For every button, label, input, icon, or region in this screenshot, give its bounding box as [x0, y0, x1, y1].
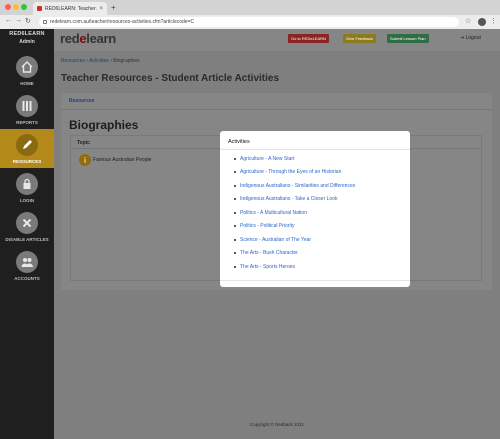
card-divider	[61, 109, 492, 110]
modal-title: Activities	[228, 139, 250, 145]
tab-title: RED6LEARN: Teacher Admin	[45, 5, 97, 12]
bullet	[234, 225, 236, 228]
activity-link[interactable]: Indigenous Australians - Take a Closer L…	[240, 196, 337, 202]
activity-link[interactable]: Indigenous Australians - Similarities an…	[240, 183, 355, 189]
page-title: Teacher Resources - Student Article Acti…	[61, 73, 280, 84]
url-text: redelearn.com.au/teacher/resources-activ…	[50, 19, 195, 25]
bullet	[234, 157, 236, 160]
activity-link[interactable]: The Arts - Sports Heroes	[240, 264, 295, 270]
list-item: Politics - A Multicultural Nation	[234, 206, 355, 220]
bullet	[234, 238, 236, 241]
profile-avatar[interactable]	[478, 18, 486, 26]
info-icon	[79, 154, 91, 166]
lock-icon	[43, 20, 47, 24]
sidebar-item-disable-articles[interactable]: DISABLE ARTICLES	[0, 207, 54, 246]
pencil-icon	[16, 133, 38, 156]
footer-copyright: Copyright © Redback 2021	[249, 422, 305, 427]
forward-arrow-icon[interactable]: →	[15, 17, 22, 24]
breadcrumb-current: Biographies	[113, 58, 140, 64]
favicon-icon	[37, 6, 42, 11]
menu-dots-icon[interactable]: ⋮	[490, 17, 497, 25]
list-item: Agriculture - Through the Eyes of an His…	[234, 166, 355, 180]
window-minimize-button[interactable]	[13, 4, 19, 10]
address-bar[interactable]: redelearn.com.au/teacher/resources-activ…	[39, 17, 459, 27]
sidebar-item-resources[interactable]: RESOURCES	[0, 129, 54, 168]
sidebar-brand-name: RED6LEARN	[9, 31, 45, 37]
list-item: Politics - Political Priority	[234, 220, 355, 234]
users-icon	[16, 250, 38, 273]
sidebar-brand-role: Admin	[19, 39, 35, 45]
logo-red-text: red	[60, 31, 80, 46]
tab-close-icon[interactable]: ×	[99, 6, 103, 12]
lock-icon	[16, 172, 38, 195]
reload-icon[interactable]: ↻	[25, 17, 31, 25]
redelearn-logo[interactable]: redelearn	[60, 31, 116, 46]
activity-link[interactable]: Politics - Political Priority	[240, 223, 294, 229]
bullet	[234, 184, 236, 187]
bullet	[234, 198, 236, 201]
modal-footer-divider	[220, 280, 410, 281]
reports-icon	[16, 94, 38, 117]
logo-learn-text: learn	[86, 31, 116, 46]
browser-tab-bar: RED6LEARN: Teacher Admin × +	[0, 0, 500, 15]
back-arrow-icon[interactable]: ←	[5, 17, 12, 24]
logout-label: Logout	[465, 35, 481, 41]
home-icon	[16, 55, 38, 78]
list-item: The Arts - Bush Character	[234, 247, 355, 261]
breadcrumb: Resources › Activities › Biographies	[61, 58, 140, 64]
new-tab-button[interactable]: +	[111, 3, 116, 12]
star-icon[interactable]: ☆	[465, 17, 471, 25]
sidebar-item-login[interactable]: LOGIN	[0, 168, 54, 207]
x-circle-icon	[16, 211, 38, 234]
list-item: Indigenous Australians - Take a Closer L…	[234, 193, 355, 207]
top-header: redelearn Go to REDeLEARN Give Feedback …	[54, 29, 500, 51]
list-item: Agriculture - A New Start	[234, 152, 355, 166]
sidebar-item-accounts[interactable]: ACCOUNTS	[0, 246, 54, 285]
sidebar-item-label: REPORTS	[16, 119, 38, 125]
sidebar-item-reports[interactable]: REPORTS	[0, 90, 54, 129]
breadcrumb-activities[interactable]: Activities	[89, 58, 109, 64]
window-zoom-button[interactable]	[21, 4, 27, 10]
list-item: Science - Australian of The Year	[234, 233, 355, 247]
column-header-topic: Topic	[77, 140, 90, 146]
modal-divider	[220, 149, 410, 150]
sidebar-item-label: DISABLE ARTICLES	[5, 236, 49, 242]
bullet	[234, 252, 236, 255]
activity-link[interactable]: Agriculture - Through the Eyes of an His…	[240, 169, 341, 175]
bullet	[234, 171, 236, 174]
sidebar: RED6LEARN Admin HOME REPORTS RESOURCES L…	[0, 29, 54, 439]
resources-link[interactable]: Resources	[69, 98, 95, 104]
activities-list: Agriculture - A New Start Agriculture - …	[234, 152, 355, 274]
address-row: ← → ↻ redelearn.com.au/teacher/resources…	[0, 15, 500, 29]
give-feedback-button[interactable]: Give Feedback	[343, 34, 376, 43]
sidebar-item-label: ACCOUNTS	[14, 275, 40, 281]
go-to-redelearn-button[interactable]: Go to REDeLEARN	[288, 34, 329, 43]
browser-tab[interactable]: RED6LEARN: Teacher Admin ×	[33, 2, 107, 15]
list-item: The Arts - Sports Heroes	[234, 260, 355, 274]
bullet	[234, 211, 236, 214]
section-title: Biographies	[69, 118, 139, 132]
sidebar-item-label: LOGIN	[19, 197, 35, 203]
table-row[interactable]: Famous Australian People	[79, 154, 151, 166]
window-close-button[interactable]	[5, 4, 11, 10]
activity-link[interactable]: Politics - A Multicultural Nation	[240, 210, 307, 216]
logout-link[interactable]: ⇥ Logout	[460, 35, 481, 41]
activities-modal: Activities Agriculture - A New Start Agr…	[220, 131, 410, 287]
list-item: Indigenous Australians - Similarities an…	[234, 179, 355, 193]
bullet	[234, 265, 236, 268]
sidebar-brand: RED6LEARN Admin	[0, 29, 54, 51]
activity-link[interactable]: Science - Australian of The Year	[240, 237, 311, 243]
topic-name: Famous Australian People	[93, 157, 152, 163]
browser-chrome: RED6LEARN: Teacher Admin × + ← → ↻ redel…	[0, 0, 500, 29]
activity-link[interactable]: Agriculture - A New Start	[240, 156, 294, 162]
sidebar-item-home[interactable]: HOME	[0, 51, 54, 90]
breadcrumb-resources[interactable]: Resources	[61, 58, 85, 64]
submit-lesson-plan-button[interactable]: Submit Lesson Plan	[387, 34, 429, 43]
sidebar-item-label: HOME	[20, 80, 34, 86]
activity-link[interactable]: The Arts - Bush Character	[240, 250, 298, 256]
sidebar-item-label: RESOURCES	[12, 158, 42, 164]
